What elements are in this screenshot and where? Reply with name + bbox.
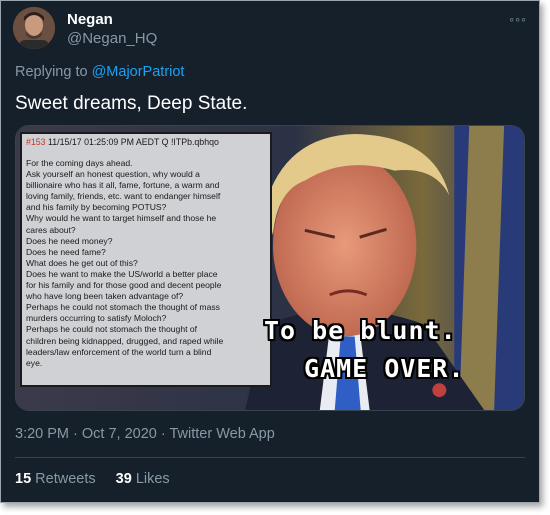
tweet-card: Negan @Negan_HQ ◦◦◦ Replying to @MajorPa… xyxy=(0,0,540,503)
retweets-label: Retweets xyxy=(35,471,96,487)
quoted-post-screenshot: #153 11/15/17 01:25:09 PM AEDT Q !ITPb.q… xyxy=(20,132,272,387)
retweets-count: 15 xyxy=(15,471,32,487)
post-line: Why would he want to target himself and … xyxy=(26,213,217,224)
likes-stat[interactable]: 39 Likes xyxy=(116,471,170,487)
meta-separator: · xyxy=(69,426,82,442)
post-line: and his family by becoming POTUS? xyxy=(26,202,167,213)
post-line: What does he get out of this? xyxy=(26,257,138,268)
quoted-post-body: For the coming days ahead. Ask yourself … xyxy=(26,158,272,369)
post-line: Does he want to make the US/world a bett… xyxy=(26,268,218,279)
tweet-time[interactable]: 3:20 PM xyxy=(15,426,69,442)
tweet-meta: 3:20 PM · Oct 7, 2020 · Twitter Web App xyxy=(15,426,275,442)
display-name[interactable]: Negan xyxy=(67,11,113,28)
post-line: eye. xyxy=(26,357,43,368)
user-avatar-icon xyxy=(13,7,55,49)
tweet-stats: 15 Retweets 39 Likes xyxy=(15,471,186,487)
tweet-source[interactable]: Twitter Web App xyxy=(169,426,274,442)
post-line: Ask yourself an honest question, why wou… xyxy=(26,169,200,180)
likes-label: Likes xyxy=(135,471,170,487)
post-number: #153 xyxy=(26,137,46,147)
tweet-media[interactable]: #153 11/15/17 01:25:09 PM AEDT Q !ITPb.q… xyxy=(15,125,525,411)
user-handle[interactable]: @Negan_HQ xyxy=(67,30,157,47)
post-line: Perhaps he could not stomach the thought… xyxy=(26,324,198,335)
meta-separator: · xyxy=(156,426,170,442)
replying-to-label: Replying to xyxy=(15,64,92,80)
avatar[interactable] xyxy=(13,7,55,49)
likes-count: 39 xyxy=(115,471,132,487)
more-options-icon[interactable]: ◦◦◦ xyxy=(509,11,527,27)
post-line: leaders/law enforcement of the world tur… xyxy=(26,346,212,357)
post-line: murders occurring to satisfy Moloch? xyxy=(26,313,167,324)
tweet-text: Sweet dreams, Deep State. xyxy=(15,93,248,114)
post-line: Perhaps he could not stomach the thought… xyxy=(26,302,220,313)
meme-caption-line2: GAME OVER. xyxy=(304,354,465,383)
quoted-post-header: #153 11/15/17 01:25:09 PM AEDT Q !ITPb.q… xyxy=(26,137,219,147)
post-info: 11/15/17 01:25:09 PM AEDT Q !ITPb.qbhqo xyxy=(48,137,219,147)
meme-caption-line1: To be blunt. xyxy=(264,316,457,345)
divider xyxy=(15,457,525,458)
post-line: Does he need fame? xyxy=(26,246,106,257)
post-line: who have long been taken advantage of? xyxy=(26,291,184,302)
post-line: loving family, friends, etc. want to end… xyxy=(26,191,221,202)
replying-to: Replying to @MajorPatriot xyxy=(15,64,184,80)
post-line: cares about? xyxy=(26,224,76,235)
post-line: children being kidnapped, drugged, and r… xyxy=(26,335,224,346)
retweets-stat[interactable]: 15 Retweets xyxy=(15,471,96,487)
tweet-header: Negan @Negan_HQ ◦◦◦ xyxy=(13,7,527,51)
post-line: For the coming days ahead. xyxy=(26,158,133,168)
post-line: Does he need money? xyxy=(26,235,113,246)
tweet-date[interactable]: Oct 7, 2020 xyxy=(82,426,157,442)
post-line: billionaire who has it all, fame, fortun… xyxy=(26,180,220,191)
reply-target-link[interactable]: @MajorPatriot xyxy=(92,64,185,80)
post-line: for his family and for those good and de… xyxy=(26,280,222,291)
